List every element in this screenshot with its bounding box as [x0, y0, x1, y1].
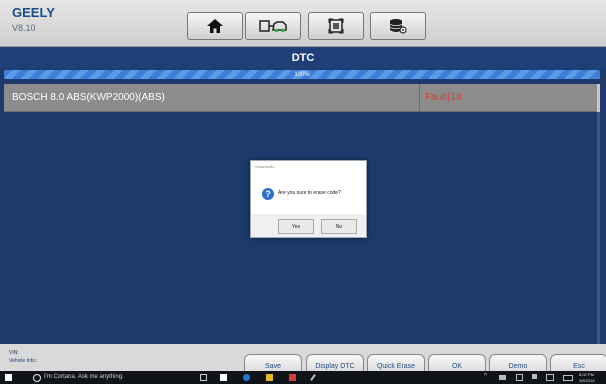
data-settings-button[interactable]: [370, 12, 426, 40]
clock-date[interactable]: 3/6/2018: [579, 378, 595, 383]
task-view-icon[interactable]: [200, 374, 207, 381]
scrollbar-thumb[interactable]: [597, 84, 600, 112]
module-name: BOSCH 8.0 ABS(KWP2000)(ABS): [12, 92, 165, 103]
version-label: V8.10: [12, 23, 36, 33]
wrench-icon[interactable]: [310, 374, 316, 381]
dialog-title: Smartsoftx: [255, 164, 275, 169]
cortana-icon[interactable]: [33, 374, 41, 382]
car-diagnostic-icon: [259, 20, 287, 33]
cortana-search[interactable]: I'm Cortana. Ask me anything.: [44, 374, 124, 380]
clock-time[interactable]: 8:02 PM: [579, 372, 594, 377]
app-icon[interactable]: [289, 374, 296, 381]
scrollbar[interactable]: [597, 84, 600, 344]
no-button[interactable]: No: [321, 219, 357, 234]
fault-count: Fault(18: [425, 92, 462, 103]
table-row[interactable]: BOSCH 8.0 ABS(KWP2000)(ABS) Fault(18: [4, 84, 600, 112]
brand-name: GEELY: [12, 5, 55, 20]
vehicle-info-label: Vehicle Info.:: [9, 358, 38, 364]
vin-label: VIN:: [9, 350, 19, 356]
notifications-icon[interactable]: [546, 374, 554, 381]
keyboard-icon[interactable]: [563, 375, 573, 381]
home-button[interactable]: [187, 12, 243, 40]
progress-label: 100%: [294, 71, 310, 78]
question-icon: ?: [262, 188, 274, 200]
screenshot-icon: [328, 18, 344, 34]
edge-icon[interactable]: [243, 374, 250, 381]
volume-icon[interactable]: [532, 374, 537, 379]
bottom-panel: VIN: Vehicle Info.: Save Display DTC Qui…: [0, 344, 606, 378]
file-explorer-icon[interactable]: [266, 374, 273, 381]
home-icon: [207, 19, 223, 33]
top-bar: GEELY V8.10: [0, 0, 606, 47]
screenshot-button[interactable]: [308, 12, 364, 40]
progress-bar: 100%: [4, 70, 600, 79]
network-icon[interactable]: [499, 375, 506, 380]
dialog-message: Are you sure to erase code?: [278, 190, 341, 196]
vehicle-connect-button[interactable]: [245, 12, 301, 40]
page-title: DTC: [0, 47, 606, 69]
windows-taskbar: I'm Cortana. Ask me anything. ^ 8:02 PM …: [0, 371, 606, 384]
database-settings-icon: [389, 19, 407, 34]
brand-block: GEELY V8.10: [12, 5, 55, 34]
column-divider: [419, 84, 420, 111]
yes-button[interactable]: Yes: [278, 219, 314, 234]
windows-start-icon[interactable]: [5, 374, 12, 381]
erase-confirm-dialog: Smartsoftx ? Are you sure to erase code?…: [250, 160, 367, 238]
tray-chevron-icon[interactable]: ^: [484, 373, 487, 379]
language-icon[interactable]: [516, 374, 523, 381]
dialog-footer: Yes No: [251, 214, 366, 237]
store-icon[interactable]: [220, 374, 227, 381]
